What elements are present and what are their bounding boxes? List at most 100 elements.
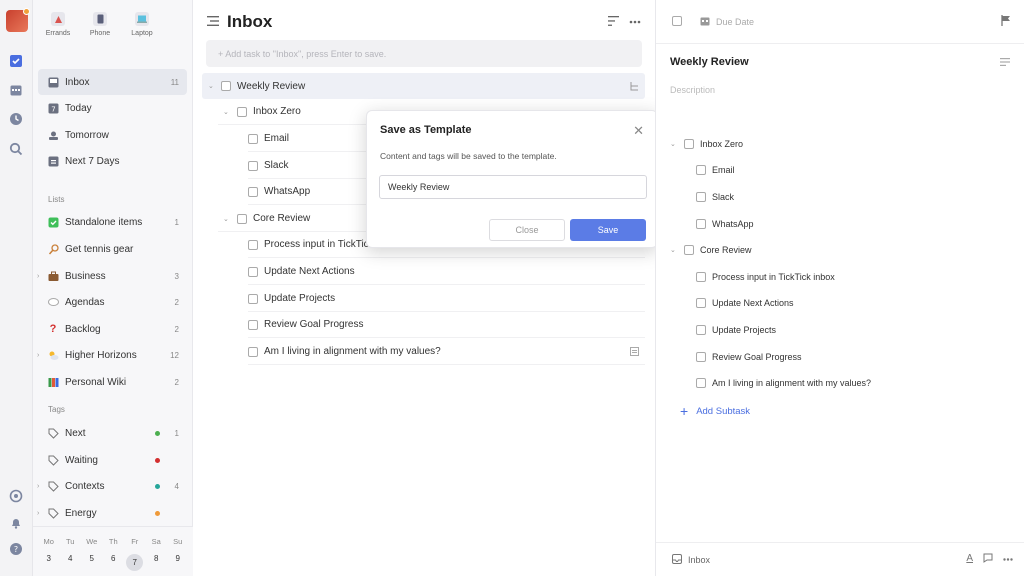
priority-flag-icon[interactable] — [1001, 15, 1011, 29]
subtask-checkbox[interactable] — [696, 219, 706, 229]
save-button[interactable]: Save — [570, 219, 646, 241]
task-checkbox[interactable] — [221, 81, 231, 91]
subtask-row[interactable]: Update Projects — [696, 320, 776, 340]
due-date-picker[interactable]: Due Date — [700, 16, 754, 28]
subtask-checkbox[interactable] — [696, 272, 706, 282]
search-icon[interactable] — [8, 141, 24, 157]
task-checkbox[interactable] — [237, 106, 247, 117]
sidebar-item-backlog[interactable]: ? Backlog 2 — [38, 316, 187, 342]
expand-caret-icon[interactable]: › — [37, 273, 39, 280]
task-checkbox[interactable] — [248, 266, 258, 277]
subtask-row[interactable]: WhatsApp — [696, 214, 754, 234]
device-phone[interactable]: Phone — [81, 12, 119, 37]
calendar-day[interactable]: 8 — [146, 554, 168, 571]
sidebar-tag-waiting[interactable]: Waiting — [38, 447, 187, 473]
calendar-day[interactable]: 3 — [38, 554, 60, 571]
calendar-day[interactable]: 9 — [167, 554, 189, 571]
sidebar-item-tomorrow[interactable]: Tomorrow — [38, 122, 187, 148]
detail-task-checkbox[interactable] — [672, 16, 682, 26]
calendar-day-today[interactable]: 7 — [124, 554, 146, 571]
task-checkbox[interactable] — [248, 186, 258, 197]
subtask-row[interactable]: ⌄ Core Review — [670, 240, 752, 260]
expand-caret-icon[interactable]: › — [37, 510, 39, 517]
expand-caret-icon[interactable]: › — [37, 352, 39, 359]
list-selector[interactable]: Inbox — [672, 554, 710, 566]
task-checkbox[interactable] — [248, 346, 258, 357]
sort-icon[interactable] — [608, 16, 619, 29]
add-task-input[interactable]: + Add task to "Inbox", press Enter to sa… — [206, 40, 642, 67]
calendar-day[interactable]: 6 — [103, 554, 125, 571]
task-checkbox[interactable] — [248, 239, 258, 250]
subtask-row[interactable]: Slack — [696, 187, 734, 207]
subtask-checkbox[interactable] — [696, 325, 706, 335]
task-row[interactable]: Review Goal Progress — [248, 312, 645, 338]
subtask-checkbox[interactable] — [696, 165, 706, 175]
calendar-icon[interactable] — [8, 82, 24, 98]
help-icon[interactable]: ? — [8, 541, 24, 557]
sidebar-item-standalone[interactable]: Standalone items 1 — [38, 209, 187, 235]
sidebar-item-personal-wiki[interactable]: Personal Wiki 2 — [38, 369, 187, 395]
sidebar-item-inbox[interactable]: Inbox 11 — [38, 69, 187, 95]
sidebar-item-higher-horizons[interactable]: › Higher Horizons 12 — [37, 342, 187, 368]
subtask-title: WhatsApp — [712, 219, 754, 229]
tasks-checkbox-icon[interactable] — [8, 53, 24, 69]
weekday-label: Sa — [151, 537, 161, 546]
sidebar-tag-contexts[interactable]: › Contexts 4 — [37, 473, 187, 499]
text-style-icon[interactable]: A — [966, 553, 973, 566]
task-checkbox[interactable] — [237, 213, 247, 224]
task-row[interactable]: Update Projects — [248, 286, 645, 312]
add-subtask-button[interactable]: + Add Subtask — [680, 403, 750, 419]
sync-icon[interactable] — [8, 488, 24, 504]
task-checkbox[interactable] — [248, 160, 258, 171]
subtask-checkbox[interactable] — [696, 378, 706, 388]
sidebar-item-tennis[interactable]: Get tennis gear — [38, 236, 187, 262]
subtask-row[interactable]: ⌄ Inbox Zero — [670, 134, 743, 154]
subtask-checkbox[interactable] — [684, 245, 694, 255]
calendar-day[interactable]: 4 — [60, 554, 82, 571]
template-name-input[interactable]: Weekly Review — [379, 175, 647, 199]
subtask-checkbox[interactable] — [684, 139, 694, 149]
subtask-checkbox[interactable] — [696, 298, 706, 308]
task-checkbox[interactable] — [248, 293, 258, 304]
clock-icon[interactable] — [8, 111, 24, 127]
more-options-icon[interactable] — [1003, 553, 1013, 566]
subtask-checkbox[interactable] — [696, 192, 706, 202]
device-laptop[interactable]: Laptop — [123, 12, 161, 37]
task-checkbox[interactable] — [248, 319, 258, 330]
sidebar-tag-energy[interactable]: › Energy — [37, 500, 187, 526]
subtask-row[interactable]: Am I living in alignment with my values? — [696, 373, 871, 393]
subtask-row[interactable]: Review Goal Progress — [696, 347, 802, 367]
collapse-caret-icon[interactable]: ⌄ — [670, 246, 676, 254]
collapse-caret-icon[interactable]: ⌄ — [670, 140, 676, 148]
close-icon[interactable]: ✕ — [633, 123, 644, 139]
sidebar-item-next7days[interactable]: Next 7 Days — [38, 148, 187, 174]
subtask-row[interactable]: Update Next Actions — [696, 293, 794, 313]
close-button[interactable]: Close — [489, 219, 565, 241]
task-row-weekly-review[interactable]: ⌄ Weekly Review — [202, 73, 645, 99]
text-format-icon[interactable] — [1000, 58, 1010, 69]
sidebar-item-business[interactable]: › Business 3 — [37, 263, 187, 289]
task-row[interactable]: Update Next Actions — [248, 259, 645, 285]
expand-caret-icon[interactable]: › — [37, 483, 39, 490]
description-field[interactable]: Description — [670, 85, 715, 95]
collapse-caret-icon[interactable]: ⌄ — [223, 108, 229, 116]
device-errands[interactable]: Errands — [39, 12, 77, 37]
subtask-checkbox[interactable] — [696, 352, 706, 362]
detail-task-title[interactable]: Weekly Review — [670, 56, 749, 68]
subtask-row[interactable]: Email — [696, 160, 735, 180]
sidebar-item-agendas[interactable]: Agendas 2 — [38, 289, 187, 315]
subtask-row[interactable]: Process input in TickTick inbox — [696, 267, 835, 287]
task-row[interactable]: Am I living in alignment with my values? — [248, 339, 645, 365]
collapse-caret-icon[interactable]: ⌄ — [223, 215, 229, 223]
comment-icon[interactable] — [983, 553, 993, 566]
bell-icon[interactable] — [8, 515, 24, 531]
menu-collapse-icon[interactable] — [207, 15, 219, 29]
sidebar-tag-next[interactable]: Next 1 — [38, 420, 187, 446]
sidebar-item-today[interactable]: 7 Today — [38, 95, 187, 121]
sidebar-item-label: Inbox — [65, 76, 90, 88]
calendar-day[interactable]: 5 — [81, 554, 103, 571]
task-checkbox[interactable] — [248, 133, 258, 144]
avatar[interactable] — [6, 8, 30, 32]
collapse-caret-icon[interactable]: ⌄ — [208, 82, 214, 90]
more-options-icon[interactable] — [629, 16, 641, 29]
